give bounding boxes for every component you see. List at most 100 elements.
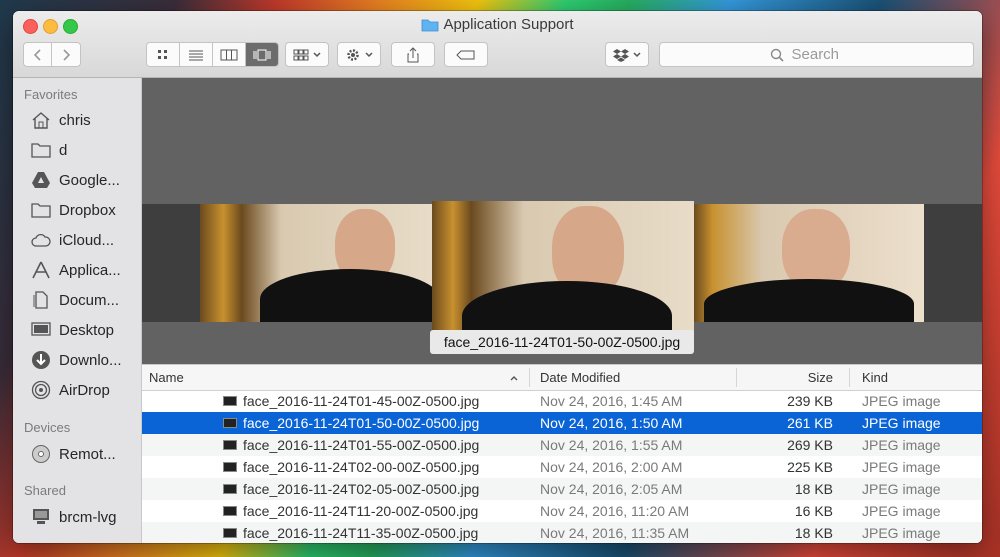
- file-kind: JPEG image: [862, 393, 941, 409]
- folder-icon: [422, 19, 439, 32]
- file-name: face_2016-11-24T01-45-00Z-0500.jpg: [243, 393, 480, 409]
- sidebar-item-documents[interactable]: Docum...: [31, 288, 141, 312]
- search-icon: [770, 48, 784, 62]
- forward-button[interactable]: [51, 42, 81, 67]
- table-row-selected[interactable]: face_2016-11-24T01-50-00Z-0500.jpg Nov 2…: [142, 412, 982, 434]
- file-kind: JPEG image: [862, 481, 941, 497]
- column-header-kind[interactable]: Kind: [862, 365, 888, 390]
- column-header-date-modified[interactable]: Date Modified: [540, 365, 620, 390]
- coverflow-caption: face_2016-11-24T01-50-00Z-0500.jpg: [430, 330, 694, 354]
- chevron-down-icon: [312, 51, 321, 57]
- sidebar-item-applications[interactable]: Applica...: [31, 258, 141, 282]
- sidebar-item-label: Desktop: [59, 321, 115, 339]
- applications-icon: [32, 261, 50, 279]
- toolbar: Application Support: [13, 11, 982, 78]
- sidebar-item-label: Google...: [59, 171, 120, 189]
- computer-icon: [33, 509, 49, 524]
- gear-icon: [346, 48, 359, 61]
- back-button[interactable]: [23, 42, 52, 67]
- sidebar-item-airdrop[interactable]: AirDrop: [31, 378, 141, 402]
- sidebar-section-devices: Devices: [24, 420, 71, 435]
- coverflow-thumbnail-left[interactable]: [200, 204, 432, 322]
- file-list: Name Date Modified Size Kind face_2016-1…: [142, 364, 982, 543]
- jpeg-file-icon: [223, 418, 237, 428]
- finder-window: Application Support Search Favorites chr…: [13, 11, 982, 543]
- file-size: 239 KB: [787, 393, 833, 409]
- action-button[interactable]: [337, 42, 381, 67]
- chevron-down-icon: [632, 51, 641, 57]
- sidebar-item-label: Remot...: [59, 445, 116, 463]
- file-kind: JPEG image: [862, 503, 941, 519]
- file-name: face_2016-11-24T11-20-00Z-0500.jpg: [243, 503, 479, 519]
- sidebar-item-label: d: [59, 141, 68, 159]
- sidebar-item-remote-disc[interactable]: Remot...: [31, 442, 141, 466]
- window-title: Application Support: [13, 16, 982, 33]
- airdrop-icon: [31, 380, 51, 400]
- dropbox-button[interactable]: [605, 42, 649, 67]
- file-name: face_2016-11-24T01-50-00Z-0500.jpg: [243, 415, 480, 431]
- sidebar-section-shared: Shared: [24, 483, 66, 498]
- sidebar-item-google-drive[interactable]: Google...: [31, 168, 141, 192]
- table-row[interactable]: face_2016-11-24T11-20-00Z-0500.jpg Nov 2…: [142, 500, 982, 522]
- table-row[interactable]: face_2016-11-24T02-00-00Z-0500.jpg Nov 2…: [142, 456, 982, 478]
- arrange-button[interactable]: [285, 42, 329, 67]
- sidebar-item-dropbox[interactable]: Dropbox: [31, 198, 141, 222]
- column-divider[interactable]: [529, 368, 530, 387]
- sidebar-item-label: brcm-lvg: [59, 508, 117, 526]
- file-date: Nov 24, 2016, 1:45 AM: [540, 393, 683, 409]
- sidebar-item-desktop[interactable]: Desktop: [31, 318, 141, 342]
- jpeg-file-icon: [223, 484, 237, 494]
- table-row[interactable]: face_2016-11-24T01-55-00Z-0500.jpg Nov 2…: [142, 434, 982, 456]
- documents-icon: [33, 291, 48, 309]
- jpeg-file-icon: [223, 462, 237, 472]
- file-size: 269 KB: [787, 437, 833, 453]
- coverflow-icon: [253, 49, 271, 60]
- sidebar-item-label: Applica...: [59, 261, 121, 279]
- sidebar-item-label: Docum...: [59, 291, 120, 309]
- table-row[interactable]: face_2016-11-24T11-35-00Z-0500.jpg Nov 2…: [142, 522, 982, 543]
- sidebar-item-label: iCloud...: [59, 231, 115, 249]
- home-icon: [32, 112, 50, 129]
- search-input[interactable]: [789, 45, 864, 64]
- search-field[interactable]: [659, 42, 974, 67]
- list-icon: [189, 50, 203, 60]
- google-drive-icon: [32, 172, 50, 188]
- sidebar-item-downloads[interactable]: Downlo...: [31, 348, 141, 372]
- coverflow-thumbnail-right[interactable]: [694, 204, 924, 322]
- file-size: 16 KB: [794, 503, 833, 519]
- sidebar-item-icloud[interactable]: iCloud...: [31, 228, 141, 252]
- columns-icon: [220, 49, 238, 60]
- sidebar-item-brcm-lvg[interactable]: brcm-lvg: [31, 505, 141, 529]
- sidebar: Favorites chris d Google... Dropbox iClo…: [13, 78, 142, 543]
- tags-button[interactable]: [444, 42, 488, 67]
- sidebar-item-chris[interactable]: chris: [31, 108, 141, 132]
- coverflow-thumbnail-selected[interactable]: [432, 201, 694, 346]
- column-divider[interactable]: [849, 368, 850, 387]
- column-header-name[interactable]: Name: [149, 365, 184, 390]
- file-kind: JPEG image: [862, 525, 941, 541]
- column-view-button[interactable]: [213, 43, 246, 66]
- jpeg-file-icon: [223, 396, 237, 406]
- column-header-size[interactable]: Size: [738, 365, 833, 390]
- sidebar-item-label: chris: [59, 111, 91, 129]
- sidebar-item-label: AirDrop: [59, 381, 110, 399]
- desktop-icon: [31, 322, 51, 336]
- coverflow-preview: face_2016-11-24T01-50-00Z-0500.jpg: [142, 78, 982, 374]
- file-date: Nov 24, 2016, 11:35 AM: [540, 525, 690, 541]
- download-icon: [32, 351, 50, 369]
- jpeg-file-icon: [223, 528, 237, 538]
- list-view-button[interactable]: [180, 43, 213, 66]
- sidebar-item-d[interactable]: d: [31, 138, 141, 162]
- table-row[interactable]: face_2016-11-24T02-05-00Z-0500.jpg Nov 2…: [142, 478, 982, 500]
- coverflow-view-button[interactable]: [246, 43, 278, 66]
- sidebar-item-label: Dropbox: [59, 201, 116, 219]
- icon-view-button[interactable]: [147, 43, 180, 66]
- share-button[interactable]: [391, 42, 435, 67]
- file-date: Nov 24, 2016, 1:55 AM: [540, 437, 683, 453]
- column-divider[interactable]: [736, 368, 737, 387]
- file-name: face_2016-11-24T11-35-00Z-0500.jpg: [243, 525, 479, 541]
- jpeg-file-icon: [223, 506, 237, 516]
- list-header: Name Date Modified Size Kind: [142, 364, 982, 391]
- view-mode-segmented-control: [146, 42, 279, 67]
- table-row[interactable]: face_2016-11-24T01-45-00Z-0500.jpg Nov 2…: [142, 390, 982, 412]
